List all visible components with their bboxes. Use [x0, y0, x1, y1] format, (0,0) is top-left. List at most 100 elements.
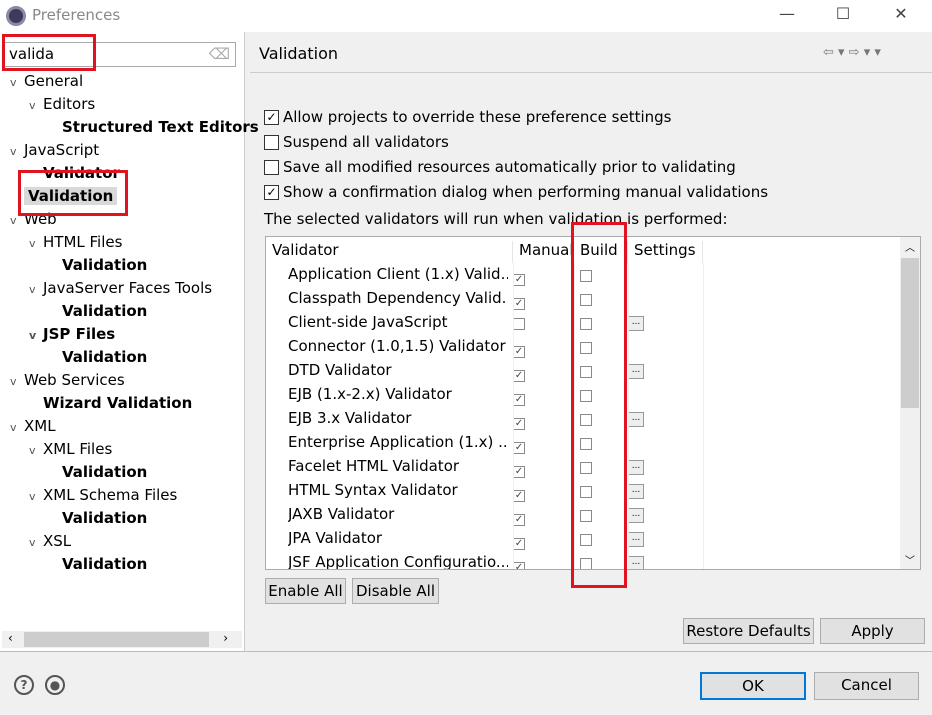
chevron-down-icon[interactable]: v	[10, 210, 24, 232]
chevron-down-icon[interactable]: v	[29, 279, 43, 301]
build-checkbox[interactable]	[580, 460, 592, 478]
manual-checkbox[interactable]: ✓	[513, 364, 525, 382]
option-checkbox[interactable]: ✓ Allow projects to override these prefer…	[264, 108, 671, 126]
tree-item[interactable]: v HTML Files	[29, 231, 122, 253]
scroll-up-icon[interactable]: ︿	[905, 239, 915, 254]
scroll-down-icon[interactable]: ﹀	[905, 552, 915, 567]
tree-item[interactable]: Validation	[24, 185, 118, 207]
table-row[interactable]: JAXB Validator ✓...	[266, 503, 900, 527]
table-row[interactable]: Connector (1.0,1.5) Validator ✓	[266, 335, 900, 359]
chevron-down-icon[interactable]: v	[10, 141, 24, 163]
header-validator[interactable]: Validator	[266, 241, 513, 263]
close-button[interactable]: ✕	[886, 4, 916, 28]
tree-item[interactable]: Validation	[62, 507, 147, 529]
build-checkbox[interactable]	[580, 484, 592, 502]
settings-button[interactable]: ...	[628, 316, 644, 331]
settings-button[interactable]: ...	[628, 484, 644, 499]
table-row[interactable]: Classpath Dependency Valid... ✓	[266, 287, 900, 311]
tree-scroll-thumb[interactable]	[24, 632, 209, 647]
manual-checkbox[interactable]: ✓	[513, 532, 525, 550]
option-checkbox[interactable]: ✓ Show a confirmation dialog when perform…	[264, 183, 768, 201]
tree-item[interactable]: Validation	[62, 300, 147, 322]
manual-checkbox[interactable]: ✓	[513, 436, 525, 454]
table-row[interactable]: JPA Validator ✓...	[266, 527, 900, 551]
table-row[interactable]: Application Client (1.x) Valid... ✓	[266, 263, 900, 287]
ok-button[interactable]: OK	[700, 672, 806, 700]
header-settings[interactable]: Settings	[628, 241, 703, 263]
build-checkbox[interactable]	[580, 340, 592, 358]
option-checkbox[interactable]: Save all modified resources automaticall…	[264, 158, 736, 176]
tree-item[interactable]: v Web Services	[10, 369, 125, 391]
build-checkbox[interactable]	[580, 532, 592, 550]
manual-checkbox[interactable]: ✓	[513, 340, 525, 358]
minimize-button[interactable]: —	[772, 4, 802, 28]
manual-checkbox[interactable]: ✓	[513, 484, 525, 502]
build-checkbox[interactable]	[580, 364, 592, 382]
manual-checkbox[interactable]: ✓	[513, 412, 525, 430]
checkbox[interactable]	[264, 160, 279, 175]
manual-checkbox[interactable]	[513, 316, 525, 334]
manual-checkbox[interactable]: ✓	[513, 460, 525, 478]
chevron-down-icon[interactable]: v	[29, 95, 43, 117]
history-nav-icons[interactable]: ⇦ ▾ ⇨ ▾ ▾	[823, 45, 881, 60]
build-checkbox[interactable]	[580, 268, 592, 286]
clear-filter-icon[interactable]: ⌫	[209, 45, 230, 63]
build-checkbox[interactable]	[580, 508, 592, 526]
table-row[interactable]: DTD Validator ✓...	[266, 359, 900, 383]
header-manual[interactable]: Manual	[513, 241, 574, 263]
tree-item[interactable]: Validation	[62, 254, 147, 276]
build-checkbox[interactable]	[580, 388, 592, 406]
manual-checkbox[interactable]: ✓	[513, 556, 525, 569]
chevron-down-icon[interactable]: v	[29, 325, 43, 347]
tree-item[interactable]: v JavaScript	[10, 139, 99, 161]
table-row[interactable]: Client-side JavaScript...	[266, 311, 900, 335]
build-checkbox[interactable]	[580, 412, 592, 430]
maximize-button[interactable]: ☐	[828, 4, 858, 28]
help-icon[interactable]: ?	[14, 675, 34, 695]
table-scroll-thumb[interactable]	[901, 258, 919, 408]
manual-checkbox[interactable]: ✓	[513, 268, 525, 286]
table-row[interactable]: Facelet HTML Validator ✓...	[266, 455, 900, 479]
filter-input[interactable]: valida ⌫	[4, 42, 236, 67]
checkbox[interactable]: ✓	[264, 185, 279, 200]
chevron-down-icon[interactable]: v	[10, 72, 24, 94]
settings-button[interactable]: ...	[628, 364, 644, 379]
apply-button[interactable]: Apply	[820, 618, 925, 644]
settings-button[interactable]: ...	[628, 556, 644, 569]
chevron-down-icon[interactable]: v	[10, 417, 24, 439]
table-row[interactable]: JSF Application Configuratio... ✓...	[266, 551, 900, 569]
header-build[interactable]: Build	[574, 241, 628, 263]
settings-button[interactable]: ...	[628, 532, 644, 547]
build-checkbox[interactable]	[580, 316, 592, 334]
tree-item[interactable]: Validation	[62, 553, 147, 575]
build-checkbox[interactable]	[580, 436, 592, 454]
checkbox[interactable]	[264, 135, 279, 150]
manual-checkbox[interactable]: ✓	[513, 508, 525, 526]
tree-item[interactable]: Validator	[43, 162, 120, 184]
scroll-left-icon[interactable]: ‹	[8, 631, 13, 645]
tree-item[interactable]: Validation	[62, 346, 147, 368]
tree-item[interactable]: v XML Files	[29, 438, 112, 460]
tree-item[interactable]: v JavaServer Faces Tools	[29, 277, 212, 299]
tree-item[interactable]: v General	[10, 70, 83, 92]
import-export-icon[interactable]: ●	[45, 675, 65, 695]
table-row[interactable]: EJB (1.x-2.x) Validator ✓	[266, 383, 900, 407]
option-checkbox[interactable]: Suspend all validators	[264, 133, 449, 151]
enable-all-button[interactable]: Enable All	[265, 578, 346, 604]
tree-item[interactable]: v Editors	[29, 93, 95, 115]
chevron-down-icon[interactable]: v	[29, 233, 43, 255]
chevron-down-icon[interactable]: v	[29, 440, 43, 462]
tree-item[interactable]: Validation	[62, 461, 147, 483]
tree-item[interactable]: Wizard Validation	[43, 392, 192, 414]
manual-checkbox[interactable]: ✓	[513, 292, 525, 310]
chevron-down-icon[interactable]: v	[29, 532, 43, 554]
table-row[interactable]: Enterprise Application (1.x) ... ✓	[266, 431, 900, 455]
chevron-down-icon[interactable]: v	[10, 371, 24, 393]
scroll-right-icon[interactable]: ›	[223, 631, 228, 645]
table-row[interactable]: HTML Syntax Validator ✓...	[266, 479, 900, 503]
build-checkbox[interactable]	[580, 292, 592, 310]
restore-defaults-button[interactable]: Restore Defaults	[683, 618, 814, 644]
tree-item[interactable]: v XSL	[29, 530, 71, 552]
checkbox[interactable]: ✓	[264, 110, 279, 125]
settings-button[interactable]: ...	[628, 508, 644, 523]
